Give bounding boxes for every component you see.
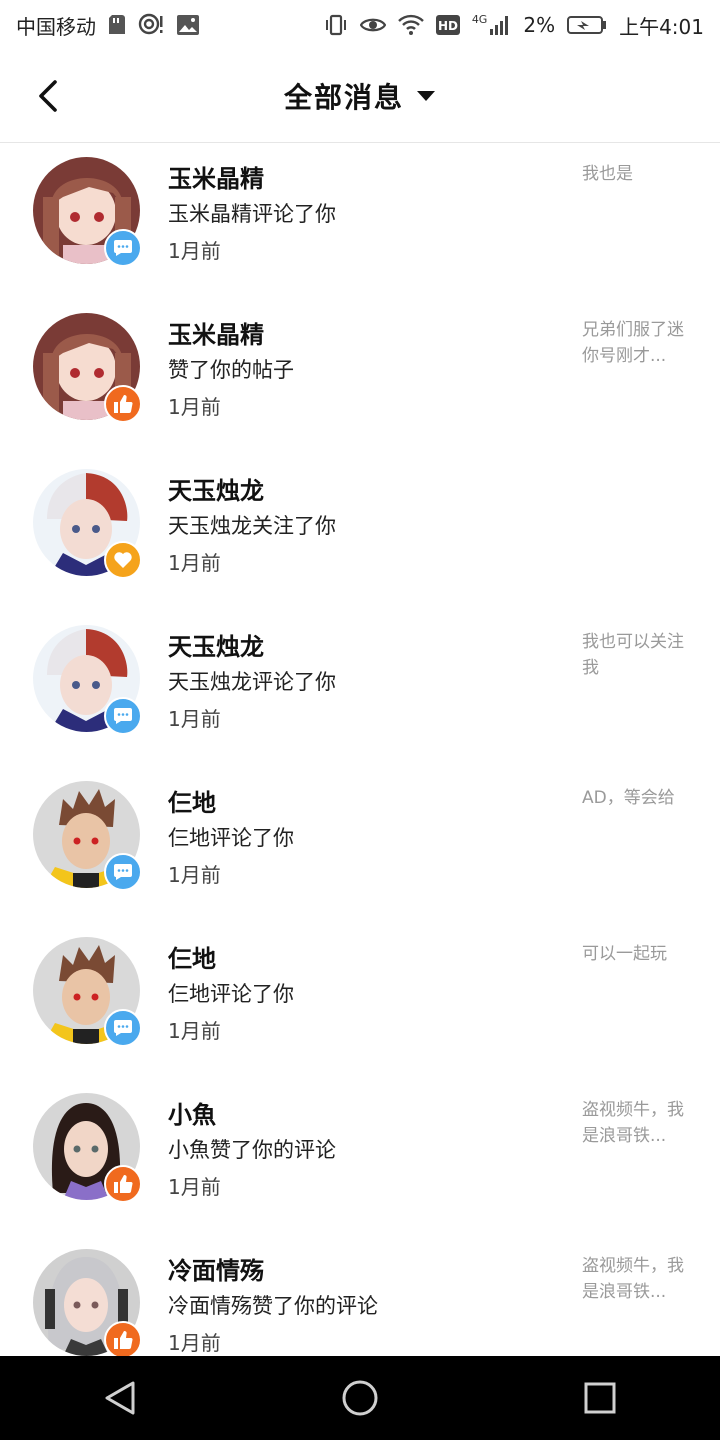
vibrate-icon <box>324 14 348 36</box>
action-text: 玉米晶精评论了你 <box>168 202 336 226</box>
nav-back-button[interactable] <box>90 1368 150 1428</box>
sender-name: 仨地 <box>168 945 216 973</box>
comment-badge <box>104 229 142 267</box>
time-text: 1月前 <box>168 239 221 263</box>
network-type-label: 4G <box>471 13 488 26</box>
signal-icon: 4G <box>472 14 512 36</box>
time-text: 1月前 <box>168 395 221 419</box>
time-text: 1月前 <box>168 551 221 575</box>
follow-badge <box>104 541 142 579</box>
hd-icon: HD <box>435 15 460 35</box>
content-preview: 我也可以关注我 <box>582 632 684 678</box>
comment-badge <box>104 1009 142 1047</box>
message-item[interactable]: 小魚 小魚赞了你的评论 1月前 盗视频牛，我是浪哥铁... <box>0 1079 720 1235</box>
time-text: 1月前 <box>168 707 221 731</box>
like-icon <box>114 395 133 414</box>
comment-icon <box>114 240 132 256</box>
message-item[interactable]: 冷面情殇 冷面情殇赞了你的评论 1月前 盗视频牛，我是浪哥铁... <box>0 1235 720 1356</box>
action-text: 赞了你的帖子 <box>168 358 294 382</box>
action-text: 仨地评论了你 <box>168 982 294 1006</box>
nav-recents-button[interactable] <box>570 1368 630 1428</box>
action-text: 冷面情殇赞了你的评论 <box>168 1294 378 1318</box>
nav-home-circle-icon <box>342 1380 378 1416</box>
sender-name: 天玉烛龙 <box>168 477 264 505</box>
battery-percent: 2% <box>523 13 556 37</box>
content-preview: 可以一起玩 <box>582 944 667 964</box>
message-item[interactable]: 仨地 仨地评论了你 1月前 可以一起玩 <box>0 923 720 1079</box>
svg-text:HD: HD <box>438 19 458 33</box>
action-text: 小魚赞了你的评论 <box>168 1138 336 1162</box>
message-item[interactable]: 仨地 仨地评论了你 1月前 AD，等会给 <box>0 767 720 923</box>
eye-icon <box>359 15 386 35</box>
comment-icon <box>114 864 132 880</box>
status-left: 中国移动 <box>16 11 200 40</box>
content-preview: 盗视频牛，我是浪哥铁... <box>582 1100 684 1146</box>
sender-name: 玉米晶精 <box>168 165 264 193</box>
action-text: 天玉烛龙评论了你 <box>168 670 336 694</box>
message-list: 玉米晶精 玉米晶精评论了你 1月前 我也是 玉米晶精 赞了你的帖子 1月前 兄弟… <box>0 143 720 1356</box>
content-preview: 我也是 <box>582 164 633 184</box>
nav-back-triangle-icon <box>105 1381 135 1415</box>
time-text: 1月前 <box>168 1331 221 1355</box>
status-right: HD 4G 2% 上午4:01 <box>324 11 704 40</box>
sender-name: 天玉烛龙 <box>168 633 264 661</box>
like-icon <box>114 1331 133 1350</box>
heart-icon <box>114 552 132 568</box>
comment-icon <box>114 708 132 724</box>
message-item[interactable]: 玉米晶精 赞了你的帖子 1月前 兄弟们服了迷你号刚才... <box>0 299 720 455</box>
clock: 上午4:01 <box>619 14 704 39</box>
sender-name: 玉米晶精 <box>168 321 264 349</box>
message-item[interactable]: 天玉烛龙 天玉烛龙关注了你 1月前 <box>0 455 720 611</box>
time-text: 1月前 <box>168 863 221 887</box>
message-filter-dropdown[interactable]: 全部消息 <box>0 74 720 118</box>
nav-recents-square-icon <box>584 1382 616 1414</box>
status-bar: 中国移动 HD 4G 2% 上午4:01 <box>0 0 720 50</box>
navigation-bar <box>0 1356 720 1440</box>
hotspot-icon <box>138 13 164 37</box>
sender-name: 小魚 <box>168 1101 216 1129</box>
comment-badge <box>104 697 142 735</box>
sender-name: 仨地 <box>168 789 216 817</box>
time-text: 1月前 <box>168 1175 221 1199</box>
like-badge <box>104 1321 142 1356</box>
battery-icon <box>567 15 607 35</box>
like-icon <box>114 1175 133 1194</box>
header: 全部消息 <box>0 50 720 143</box>
like-badge <box>104 1165 142 1203</box>
nav-home-button[interactable] <box>330 1368 390 1428</box>
like-badge <box>104 385 142 423</box>
message-item[interactable]: 玉米晶精 玉米晶精评论了你 1月前 我也是 <box>0 143 720 299</box>
content-preview: AD，等会给 <box>582 788 675 808</box>
comment-badge <box>104 853 142 891</box>
sender-name: 冷面情殇 <box>168 1257 264 1285</box>
image-icon <box>176 14 200 36</box>
action-text: 天玉烛龙关注了你 <box>168 514 336 538</box>
content-preview: 盗视频牛，我是浪哥铁... <box>582 1256 684 1302</box>
carrier-label: 中国移动 <box>16 14 96 39</box>
action-text: 仨地评论了你 <box>168 826 294 850</box>
comment-icon <box>114 1020 132 1036</box>
message-item[interactable]: 天玉烛龙 天玉烛龙评论了你 1月前 我也可以关注我 <box>0 611 720 767</box>
wifi-icon <box>397 14 424 36</box>
page-title: 全部消息 <box>283 81 404 114</box>
time-text: 1月前 <box>168 1019 221 1043</box>
sim-card-icon <box>108 14 126 36</box>
dropdown-triangle-icon <box>417 91 435 101</box>
content-preview: 兄弟们服了迷你号刚才... <box>582 320 684 366</box>
